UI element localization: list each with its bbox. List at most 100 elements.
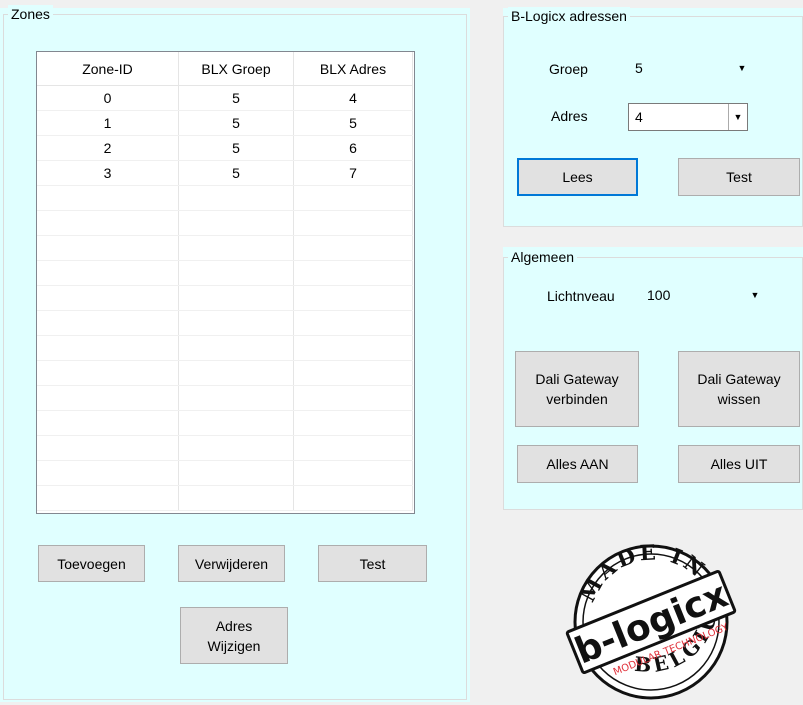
table-cell: [294, 411, 413, 435]
gateway-wipe-button[interactable]: Dali Gateway wissen: [678, 351, 800, 427]
column-header[interactable]: BLX Groep: [179, 52, 294, 85]
table-cell: [294, 386, 413, 410]
table-cell: 3: [37, 161, 179, 185]
table-cell: [37, 261, 179, 285]
all-on-button[interactable]: Alles AAN: [517, 445, 638, 483]
table-cell: [179, 236, 294, 260]
table-cell: [294, 186, 413, 210]
table-cell: [294, 361, 413, 385]
blx-test-button[interactable]: Test: [678, 158, 800, 196]
table-row[interactable]: [37, 286, 413, 311]
table-row[interactable]: 357: [37, 161, 413, 186]
table-cell: [179, 311, 294, 335]
blx-panel: B-Logicx adressen Groep 5 ▼ Adres 4 ▼ Le…: [503, 7, 803, 227]
table-row[interactable]: [37, 386, 413, 411]
test-zone-button[interactable]: Test: [318, 545, 427, 582]
table-cell: 1: [37, 111, 179, 135]
column-header[interactable]: Zone-ID: [37, 52, 179, 85]
table-cell: [294, 436, 413, 460]
table-cell: [294, 261, 413, 285]
zones-title: Zones: [8, 5, 53, 23]
remove-zone-button[interactable]: Verwijderen: [178, 545, 285, 582]
groep-select[interactable]: 5 ▼: [629, 56, 751, 80]
general-title: Algemeen: [508, 248, 578, 266]
table-row[interactable]: [37, 336, 413, 361]
table-row[interactable]: [37, 236, 413, 261]
groep-label: Groep: [549, 61, 588, 77]
light-level-select[interactable]: 100 ▼: [641, 283, 764, 307]
table-cell: [37, 386, 179, 410]
table-cell: [179, 261, 294, 285]
table-cell: 6: [294, 136, 413, 160]
table-cell: 2: [37, 136, 179, 160]
table-cell: [294, 211, 413, 235]
blx-title: B-Logicx adressen: [508, 7, 630, 25]
table-cell: [294, 286, 413, 310]
groep-select-value: 5: [635, 60, 643, 76]
table-cell: [179, 436, 294, 460]
table-cell: [37, 486, 179, 510]
table-cell: [37, 311, 179, 335]
table-row[interactable]: 256: [37, 136, 413, 161]
chevron-down-icon: ▼: [728, 104, 747, 130]
light-level-value: 100: [647, 287, 671, 303]
table-cell: [37, 361, 179, 385]
zones-grid[interactable]: Zone-ID BLX Groep BLX Adres 0 5 4 1 5 5 2 5 6 3 5 7: [36, 51, 415, 514]
table-cell: [179, 211, 294, 235]
table-cell: [37, 211, 179, 235]
table-cell: [294, 336, 413, 360]
table-cell: [179, 336, 294, 360]
table-cell: [179, 286, 294, 310]
adres-select[interactable]: 4 ▼: [628, 103, 748, 131]
table-cell: 5: [294, 111, 413, 135]
table-cell: [179, 386, 294, 410]
table-cell: [37, 461, 179, 485]
table-cell: 0: [37, 86, 179, 110]
table-cell: [37, 236, 179, 260]
table-row[interactable]: [37, 361, 413, 386]
add-zone-button[interactable]: Toevoegen: [38, 545, 145, 582]
change-address-button[interactable]: Adres Wijzigen: [180, 607, 288, 664]
table-cell: [37, 436, 179, 460]
table-cell: [294, 486, 413, 510]
table-row[interactable]: 155: [37, 111, 413, 136]
table-row[interactable]: [37, 186, 413, 211]
general-panel: Algemeen Lichtnveau 100 ▼ Dali Gateway v…: [503, 247, 803, 510]
zones-panel: Zones Zone-ID BLX Groep BLX Adres 0 5 4 1 5 5 2 5 6…: [0, 5, 470, 702]
table-cell: [37, 411, 179, 435]
table-cell: 5: [179, 86, 294, 110]
table-cell: 5: [179, 161, 294, 185]
table-cell: [179, 411, 294, 435]
table-cell: [179, 186, 294, 210]
adres-select-value: 4: [635, 109, 643, 125]
table-cell: 7: [294, 161, 413, 185]
gateway-connect-button[interactable]: Dali Gateway verbinden: [515, 351, 639, 427]
table-cell: 5: [179, 136, 294, 160]
column-header[interactable]: BLX Adres: [294, 52, 413, 85]
table-cell: [294, 311, 413, 335]
table-cell: [179, 461, 294, 485]
table-cell: [294, 461, 413, 485]
table-cell: [179, 486, 294, 510]
table-row[interactable]: [37, 461, 413, 486]
chevron-down-icon: ▼: [750, 290, 760, 300]
table-cell: [37, 336, 179, 360]
made-in-belgium-logo: MADE IN BELGIUM b-logicx MODULAR TECHNOL…: [548, 511, 741, 702]
table-row[interactable]: [37, 436, 413, 461]
table-row[interactable]: [37, 486, 413, 511]
table-cell: [37, 186, 179, 210]
read-button[interactable]: Lees: [517, 158, 638, 196]
table-row[interactable]: [37, 211, 413, 236]
chevron-down-icon: ▼: [737, 63, 747, 73]
table-row[interactable]: [37, 311, 413, 336]
table-row[interactable]: [37, 411, 413, 436]
table-cell: [179, 361, 294, 385]
table-row[interactable]: [37, 261, 413, 286]
light-level-label: Lichtnveau: [547, 288, 615, 304]
table-cell: 4: [294, 86, 413, 110]
table-cell: [37, 286, 179, 310]
table-row[interactable]: 054: [37, 86, 413, 111]
adres-label: Adres: [551, 108, 588, 124]
grid-header-row: Zone-ID BLX Groep BLX Adres: [37, 52, 413, 86]
all-off-button[interactable]: Alles UIT: [678, 445, 800, 483]
